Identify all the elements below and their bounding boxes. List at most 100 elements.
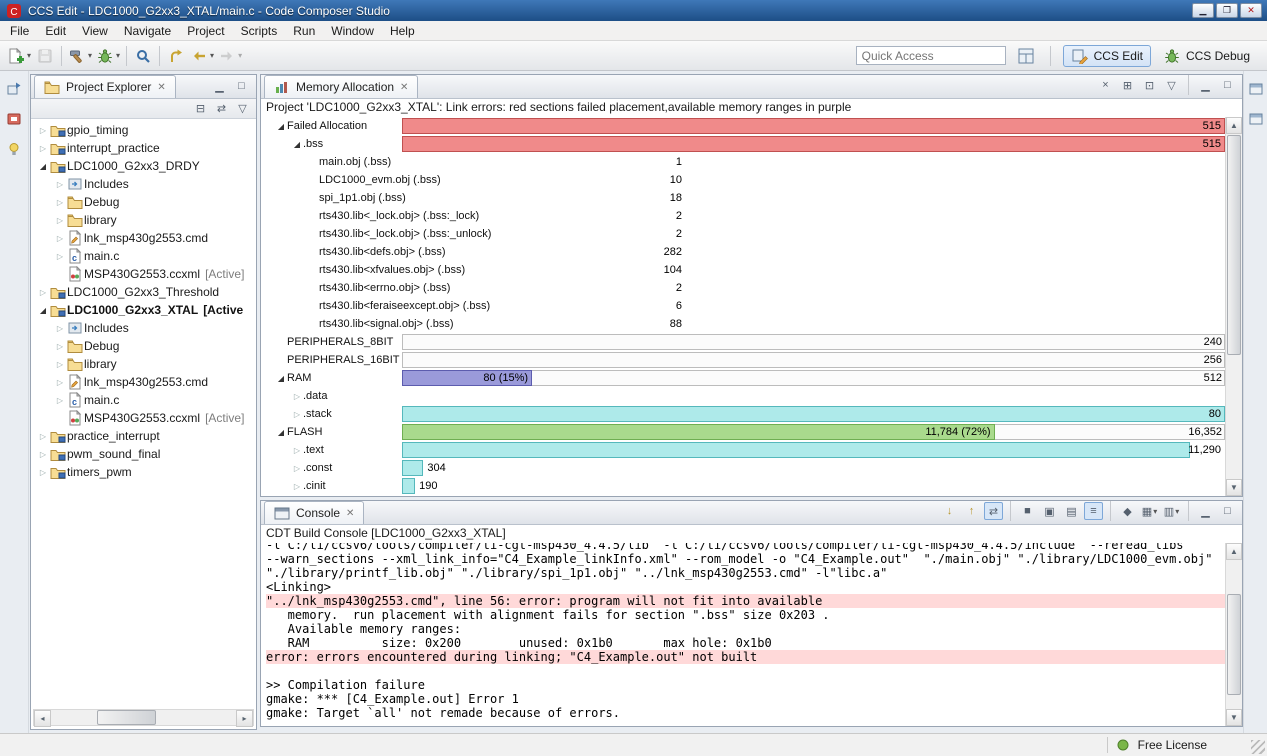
last-edit-location-button[interactable] [164, 44, 188, 68]
restore-views-button[interactable] [3, 79, 25, 99]
scrollbar-thumb[interactable] [1227, 135, 1241, 355]
remove-launch-button[interactable]: ▣ [1040, 502, 1059, 520]
tree-item[interactable]: ◢ LDC1000_G2xx3_XTAL [Active [31, 301, 256, 319]
memory-row[interactable]: rts430.lib<_lock.obj> (.bss:_unlock) 2 [261, 225, 1242, 243]
tab-project-explorer[interactable]: Project Explorer ✕ [34, 75, 176, 98]
scroll-down-button[interactable]: ▼ [1226, 479, 1242, 496]
tree-item[interactable]: ▷ lnk_msp430g2553.cmd [31, 229, 256, 247]
dropdown-arrow-icon[interactable]: ▾ [1175, 507, 1179, 516]
vertical-scrollbar[interactable]: ▲ ▼ [1225, 117, 1242, 496]
memory-row[interactable]: ◢ FLASH 11,784 (72%) 16,352 [261, 423, 1242, 441]
dropdown-arrow-icon[interactable]: ▾ [88, 51, 92, 60]
memory-row[interactable]: rts430.lib<signal.obj> (.bss) 88 [261, 315, 1242, 333]
dropdown-arrow-icon[interactable]: ▾ [238, 51, 242, 60]
tree-item[interactable]: ▷ c main.c [31, 391, 256, 409]
tree-item[interactable]: ▷ pwm_sound_final [31, 445, 256, 463]
search-button[interactable] [131, 44, 155, 68]
scroll-left-button[interactable]: ◂ [34, 710, 51, 727]
memory-row[interactable]: ▷ .const 304 [261, 459, 1242, 477]
scroll-up-button[interactable]: ▲ [1226, 117, 1242, 134]
expand-arrow-icon[interactable]: ▷ [291, 482, 303, 491]
quick-access-input[interactable] [855, 46, 1006, 65]
dropdown-arrow-icon[interactable]: ▾ [27, 51, 31, 60]
memory-row[interactable]: rts430.lib<defs.obj> (.bss) 282 [261, 243, 1242, 261]
memory-row[interactable]: LDC1000_evm.obj (.bss) 10 [261, 171, 1242, 189]
scroll-down-button[interactable]: ▼ [1226, 709, 1242, 726]
target-configurations-button[interactable] [3, 109, 25, 129]
tree-item[interactable]: ▷ LDC1000_G2xx3_Threshold [31, 283, 256, 301]
memory-row[interactable]: PERIPHERALS_16BIT 256 [261, 351, 1242, 369]
memory-row[interactable]: ▷ .cinit 190 [261, 477, 1242, 495]
clear-button[interactable]: × [1096, 76, 1115, 94]
tree-item[interactable]: ▷ timers_pwm [31, 463, 256, 481]
tree-item[interactable]: ▷ gpio_timing [31, 121, 256, 139]
link-with-editor-button[interactable]: ⇄ [212, 100, 231, 118]
maximize-button[interactable]: □ [1218, 76, 1237, 94]
back-button[interactable]: ▾ [188, 44, 216, 68]
scrollbar-thumb[interactable] [97, 710, 157, 725]
expand-arrow-icon[interactable]: ▷ [54, 234, 66, 243]
menu-view[interactable]: View [74, 22, 116, 40]
view-menu-button[interactable]: ▽ [233, 100, 252, 118]
minimize-button[interactable]: ▁ [1196, 502, 1215, 520]
dropdown-arrow-icon[interactable]: ▾ [1153, 507, 1157, 516]
expand-arrow-icon[interactable]: ◢ [291, 140, 303, 149]
memory-row[interactable]: ▷ .stack 80 [261, 405, 1242, 423]
expand-arrow-icon[interactable]: ▷ [54, 216, 66, 225]
memory-row[interactable]: ◢ RAM 80 (15%) 512 [261, 369, 1242, 387]
expand-arrow-icon[interactable]: ▷ [37, 468, 49, 477]
perspective-ccs-edit[interactable]: CCS Edit [1062, 44, 1151, 67]
minimize-button[interactable]: ▁ [210, 77, 229, 95]
open-console-button[interactable]: ▦ ▾ [1140, 502, 1159, 520]
tree-item[interactable]: ▷ c main.c [31, 247, 256, 265]
tree-item[interactable]: ▷ library [31, 355, 256, 373]
minimized-view-button-1[interactable] [1245, 79, 1267, 99]
expand-arrow-icon[interactable]: ▷ [54, 342, 66, 351]
window-minimize-button[interactable]: ▁ [1192, 3, 1214, 18]
expand-arrow-icon[interactable]: ▷ [291, 410, 303, 419]
expand-arrow-icon[interactable]: ▷ [291, 464, 303, 473]
menu-edit[interactable]: Edit [37, 22, 74, 40]
debug-button[interactable]: ▾ [94, 44, 122, 68]
expand-arrow-icon[interactable]: ▷ [54, 198, 66, 207]
expand-arrow-icon[interactable]: ▷ [54, 378, 66, 387]
tree-item[interactable]: ▷ Includes [31, 175, 256, 193]
forward-button[interactable]: ▾ [216, 44, 244, 68]
show-console-on-output-button[interactable]: ⇄ [984, 502, 1003, 520]
menu-scripts[interactable]: Scripts [233, 22, 286, 40]
tree-item[interactable]: ▷ Includes [31, 319, 256, 337]
terminate-button[interactable]: ■ [1018, 502, 1037, 520]
dropdown-arrow-icon[interactable]: ▾ [116, 51, 120, 60]
expand-arrow-icon[interactable]: ▷ [37, 432, 49, 441]
expand-arrow-icon[interactable]: ◢ [37, 162, 49, 171]
scroll-right-button[interactable]: ▸ [236, 710, 253, 727]
close-icon[interactable]: ✕ [345, 508, 355, 519]
new-view-button[interactable]: ⊞ [1118, 76, 1137, 94]
tree-item[interactable]: MSP430G2553.ccxml [Active] [31, 409, 256, 427]
menu-file[interactable]: File [2, 22, 37, 40]
open-perspective-button[interactable] [1014, 44, 1038, 68]
menu-help[interactable]: Help [382, 22, 423, 40]
minimize-button[interactable]: ▁ [1196, 76, 1215, 94]
memory-row[interactable]: PERIPHERALS_8BIT 240 [261, 333, 1242, 351]
view-menu-button[interactable]: ▽ [1162, 76, 1181, 94]
expand-arrow-icon[interactable]: ▷ [54, 252, 66, 261]
maximize-button[interactable]: □ [232, 77, 251, 95]
tree-item[interactable]: ▷ interrupt_practice [31, 139, 256, 157]
save-button[interactable] [33, 44, 57, 68]
dropdown-arrow-icon[interactable]: ▾ [210, 51, 214, 60]
expand-arrow-icon[interactable]: ▷ [37, 126, 49, 135]
scroll-lock-button[interactable]: ≡ [1084, 502, 1103, 520]
expand-arrow-icon[interactable]: ▷ [54, 396, 66, 405]
expand-arrow-icon[interactable]: ▷ [54, 324, 66, 333]
maximize-button[interactable]: □ [1218, 502, 1237, 520]
menu-project[interactable]: Project [179, 22, 232, 40]
build-button[interactable]: ▾ [66, 44, 94, 68]
window-close-button[interactable]: ✕ [1240, 3, 1262, 18]
expand-arrow-icon[interactable]: ▷ [54, 360, 66, 369]
expand-arrow-icon[interactable]: ▷ [37, 288, 49, 297]
getting-started-button[interactable] [3, 139, 25, 159]
memory-row[interactable]: main.obj (.bss) 1 [261, 153, 1242, 171]
tree-item[interactable]: ▷ lnk_msp430g2553.cmd [31, 373, 256, 391]
memory-row[interactable]: ◢ Failed Allocation 515 [261, 117, 1242, 135]
